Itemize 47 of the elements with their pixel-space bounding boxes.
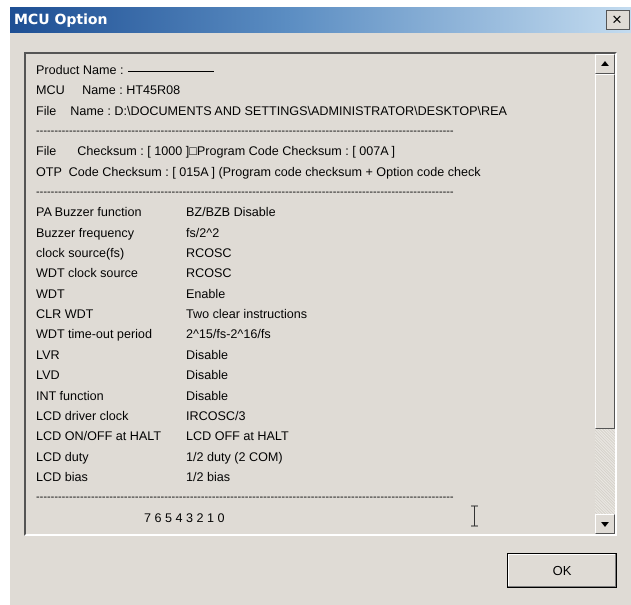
option-value: 2^15/fs-2^16/fs [186, 326, 271, 344]
option-value: fs/2^2 [186, 224, 220, 242]
scrollbar[interactable] [595, 54, 615, 534]
option-name: INT function [36, 388, 105, 404]
dashed-separator: ------------------------------------------------------------------------------------------------------------------ [36, 124, 454, 140]
info-line: OTP Code Checksum : [ 015A ] (Program code checksum + Option code check [36, 164, 481, 181]
dashed-separator: ------------------------------------------------------------------------------------------------------------------ [36, 185, 454, 200]
info-line: File Name : D:\DOCUMENTS AND SETTINGS\ADMINISTRATOR\DESKTOP\REA [36, 102, 507, 120]
option-value: 1/2 duty (2 COM) [186, 448, 283, 466]
info-line: MCU Name : HT45R08 [36, 82, 180, 100]
option-name: LCD duty [36, 448, 90, 466]
option-value: IRCOSC/3 [186, 408, 246, 425]
field-label: Product Name : [36, 62, 124, 79]
option-name: CLR WDT [36, 306, 94, 324]
option-name: LCD bias [36, 468, 89, 486]
scroll-down-button[interactable] [595, 514, 615, 534]
option-name: clock source(fs) [36, 245, 126, 262]
ok-button[interactable]: OK [507, 553, 617, 588]
option-name: LVD [36, 367, 61, 384]
option-value: Two clear instructions [186, 306, 308, 324]
option-name: LCD ON/OFF at HALT [36, 428, 162, 446]
close-button[interactable]: × [606, 10, 630, 30]
option-value: Disable [186, 367, 228, 384]
dashed-separator: ------------------------------------------------------------------------------------------------------------------ [36, 490, 454, 506]
info-line: File Checksum : [ 1000 ]□Program Code Checksum : [ 007A ] [36, 143, 395, 160]
option-value: Enable [186, 286, 226, 303]
option-value: BZ/BZB Disable [186, 204, 276, 222]
scroll-up-button[interactable] [595, 54, 615, 74]
scroll-thumb[interactable] [595, 74, 615, 429]
option-name: LVR [36, 346, 61, 364]
down-arrow-icon [601, 522, 609, 527]
option-name: WDT time-out period [36, 326, 153, 344]
option-name: PA Buzzer function [36, 204, 142, 222]
option-name: Buzzer frequency [36, 224, 136, 242]
option-value: RCOSC [186, 245, 232, 262]
option-value: 1/2 bias [186, 468, 230, 486]
bit-numbers: 7 6 5 4 3 2 1 0 [143, 510, 225, 527]
option-value: RCOSC [186, 265, 232, 282]
option-value: Disable [186, 346, 228, 364]
text-cursor-icon [470, 505, 479, 527]
up-arrow-icon [601, 61, 609, 66]
option-name: WDT clock source [36, 265, 139, 282]
option-name: LCD driver clock [36, 408, 130, 425]
option-value: Disable [186, 388, 228, 404]
option-name: WDT [36, 286, 66, 303]
option-value: LCD OFF at HALT [186, 428, 289, 446]
window-title: MCU Option [14, 10, 108, 30]
